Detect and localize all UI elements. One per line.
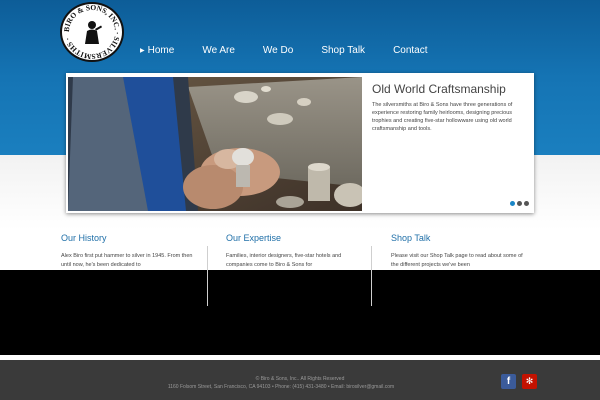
slide-body: The silversmiths at Biro & Sons have thr… <box>372 102 513 132</box>
main-nav: ▶ Home We Are We Do Shop Talk Contact <box>140 42 456 58</box>
yelp-icon[interactable]: ✻ <box>522 374 537 389</box>
facebook-icon[interactable]: f <box>501 374 516 389</box>
social-links: f ✻ <box>501 374 543 389</box>
column-text: Please visit our Shop Talk page to read … <box>391 253 523 268</box>
address-text: 1160 Folsom Street, San Francisco, CA 94… <box>167 384 395 390</box>
site-logo[interactable]: BIRO & SONS, INC. · SILVERSMITHS · <box>60 2 124 62</box>
column-title[interactable]: Our History <box>61 233 201 243</box>
nav-active-arrow-icon: ▶ <box>140 47 145 54</box>
nav-home[interactable]: ▶ Home <box>140 45 174 56</box>
nav-label: Home <box>147 44 175 56</box>
column-our-history: Our History Alex Biro first put hammer t… <box>61 233 201 269</box>
nav-contact[interactable]: Contact <box>393 45 427 56</box>
column-text: Alex Biro first put hammer to silver in … <box>61 253 193 268</box>
nav-we-do[interactable]: We Do <box>263 45 293 56</box>
nav-label: Contact <box>393 44 428 56</box>
nav-we-are[interactable]: We Are <box>202 45 235 56</box>
slide-photo <box>68 77 362 211</box>
column-title[interactable]: Shop Talk <box>391 233 531 243</box>
blank-band <box>0 270 600 355</box>
nav-label: We Do <box>262 44 294 56</box>
nav-shop-talk[interactable]: Shop Talk <box>321 45 365 56</box>
column-text: Families, interior designers, five-star … <box>226 253 342 268</box>
slider-dot-1[interactable] <box>510 201 515 206</box>
column-shop-talk: Shop Talk Please visit our Shop Talk pag… <box>391 233 531 269</box>
silversmith-seal-icon <box>85 21 102 44</box>
slider-dot-3[interactable] <box>524 201 529 206</box>
nav-label: We Are <box>202 44 235 56</box>
column-title[interactable]: Our Expertise <box>226 233 366 243</box>
nav-label: Shop Talk <box>321 44 366 56</box>
slider-dot-2[interactable] <box>517 201 522 206</box>
column-divider <box>371 246 372 306</box>
slider-pagination <box>510 201 531 206</box>
column-our-expertise: Our Expertise Families, interior designe… <box>226 233 366 269</box>
slide-title: Old World Craftsmanship <box>372 82 506 96</box>
column-divider <box>207 246 208 306</box>
